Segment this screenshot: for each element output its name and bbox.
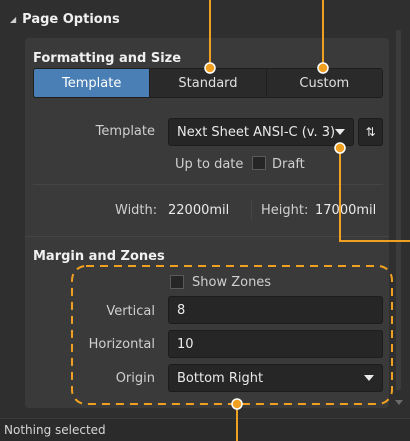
height-value: 17000mil: [315, 203, 377, 218]
template-select[interactable]: Next Sheet ANSI-C (v. 3): [168, 118, 354, 146]
tab-custom[interactable]: Custom: [266, 69, 382, 97]
sync-arrows-icon: ⇅: [365, 125, 376, 139]
status-bar: Nothing selected: [0, 418, 410, 441]
width-value: 22000mil: [168, 203, 230, 218]
vertical-label: Vertical: [106, 304, 155, 319]
width-label: Width:: [115, 203, 158, 218]
tab-template[interactable]: Template: [34, 69, 151, 97]
vertical-input[interactable]: 8: [168, 296, 383, 324]
collapse-triangle-icon[interactable]: ◢: [10, 15, 16, 24]
divider: [33, 184, 383, 185]
height-label: Height:: [261, 203, 309, 218]
horizontal-label: Horizontal: [88, 337, 155, 352]
page-options-header[interactable]: ◢ Page Options: [0, 9, 400, 29]
panel-scrollbar[interactable]: [395, 30, 403, 405]
template-select-value: Next Sheet ANSI-C (v. 3): [177, 124, 336, 140]
chevron-down-icon: [364, 375, 374, 381]
divider: [25, 236, 389, 237]
page-options-title: Page Options: [22, 11, 120, 27]
format-mode-segmented-control: Template Standard Custom: [33, 68, 383, 98]
tab-standard[interactable]: Standard: [150, 69, 267, 97]
horizontal-input[interactable]: 10: [168, 330, 383, 358]
status-text: Nothing selected: [4, 423, 106, 437]
properties-panel: ◢ Page Options Formatting and Size Templ…: [0, 0, 410, 418]
show-zones-checkbox[interactable]: [170, 275, 184, 289]
scroll-down-arrow-icon[interactable]: [395, 400, 403, 405]
draft-checkbox[interactable]: [252, 156, 266, 170]
field-separator: [251, 200, 252, 220]
template-status-text: Up to date: [175, 157, 244, 172]
refresh-template-button[interactable]: ⇅: [358, 118, 383, 146]
origin-select[interactable]: Bottom Right: [168, 364, 383, 392]
margin-zones-title: Margin and Zones: [33, 249, 165, 264]
origin-select-value: Bottom Right: [177, 370, 264, 386]
chevron-down-icon: [335, 129, 345, 135]
origin-label: Origin: [115, 371, 155, 386]
draft-label: Draft: [272, 157, 305, 172]
scrollbar-thumb[interactable]: [396, 30, 401, 390]
template-label: Template: [95, 124, 155, 139]
show-zones-label: Show Zones: [192, 275, 272, 290]
formatting-size-title: Formatting and Size: [33, 51, 182, 66]
